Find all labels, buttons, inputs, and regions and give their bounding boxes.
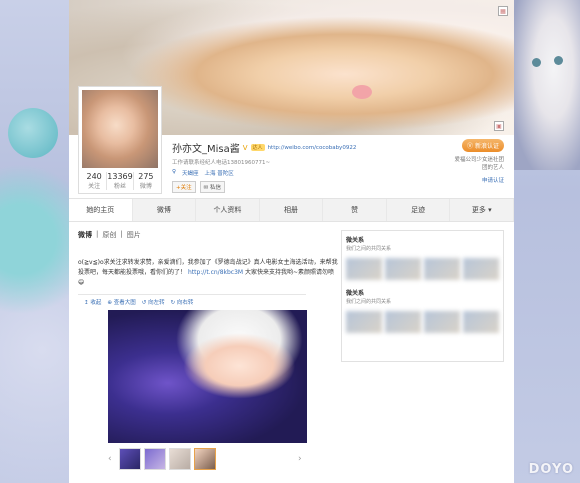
avatar-card: 240 关注 13369 粉丝 275 微博 xyxy=(78,86,162,194)
cat-nose xyxy=(352,85,372,99)
stat-followers[interactable]: 13369 粉丝 xyxy=(107,172,134,190)
feed-column: 微博 | 原创 | 图片 o(≧v≦)o求关注求转发求赞，亲爱滴们，我参加了《罗… xyxy=(78,230,340,470)
view-large-button[interactable]: ⊕ 查看大图 xyxy=(107,298,135,306)
tab-footprints[interactable]: 足迹 xyxy=(387,199,451,221)
blurred-avatar[interactable] xyxy=(346,311,382,333)
stats-row: 240 关注 13369 粉丝 275 微博 xyxy=(82,172,158,190)
filter-pictures[interactable]: 图片 xyxy=(127,230,141,240)
thumbnail-selected[interactable] xyxy=(194,448,216,470)
profile-tabs: 她的主页 微博 个人资料 相册 赞 足迹 更多 ▾ xyxy=(69,198,515,222)
blurred-users-2 xyxy=(346,311,499,333)
talent-tag[interactable]: 达人 xyxy=(250,144,265,151)
blurred-avatar[interactable] xyxy=(463,258,499,280)
panel-subtitle-2: 我们之间的共同关系 xyxy=(346,299,392,305)
female-icon: ♀ xyxy=(172,169,177,175)
profile-description: 工作请联系经纪人电话13801960771~ xyxy=(172,160,271,166)
post-text: o(≧v≦)o求关注求转发求赞，亲爱滴们，我参加了《罗德岛战记》真人电影女主海选… xyxy=(78,259,338,286)
sina-cert-button[interactable]: Ⓥ 新浪认证 xyxy=(462,139,504,152)
profile-name: 孙亦文_Misa酱 xyxy=(172,144,240,155)
tab-more[interactable]: 更多 ▾ xyxy=(450,199,515,221)
badge-v-icon: Ⓥ xyxy=(467,143,474,150)
tab-profile[interactable]: 个人资料 xyxy=(196,199,260,221)
panel-title-2: 微关系 xyxy=(346,290,365,297)
envelope-icon: ✉ xyxy=(203,185,209,191)
panel-title: 微关系 xyxy=(346,237,365,244)
next-arrow-icon[interactable]: › xyxy=(298,454,306,464)
cert-description: 爱福公司少女迷社团团的艺人 xyxy=(454,157,504,171)
post-media: ↥ 收起 ⊕ 查看大图 ↺ 向左转 ↻ 向右转 ‹ › xyxy=(78,294,307,470)
relationship-panel: 微关系 我们之间的共同关系 微关系 我们之间的共同关系 xyxy=(341,230,504,362)
cat-background-decoration xyxy=(514,0,580,170)
follow-button[interactable]: +关注 xyxy=(172,181,196,193)
yarn-ball-decoration xyxy=(8,108,58,158)
stat-posts[interactable]: 275 微博 xyxy=(134,172,158,190)
filter-original[interactable]: 原创 xyxy=(102,230,116,240)
cat-eye-left xyxy=(532,58,541,67)
thumbnail[interactable] xyxy=(169,448,191,470)
doyo-watermark: DOYO xyxy=(528,462,574,477)
post-link[interactable]: http://t.cn/8kbc3M xyxy=(188,269,243,276)
thumbnail[interactable] xyxy=(119,448,141,470)
rotate-right-button[interactable]: ↻ 向右转 xyxy=(171,298,194,306)
template-icon[interactable]: ▦ xyxy=(498,6,508,16)
tab-likes[interactable]: 赞 xyxy=(323,199,387,221)
location[interactable]: 上海 普陀区 xyxy=(205,169,234,177)
constellation[interactable]: 天蝎座 xyxy=(182,169,199,177)
tab-weibo[interactable]: 微博 xyxy=(133,199,197,221)
feed-filters: 微博 | 原创 | 图片 xyxy=(78,230,141,240)
blurred-avatar[interactable] xyxy=(385,258,421,280)
prev-arrow-icon[interactable]: ‹ xyxy=(108,454,116,464)
blurred-users xyxy=(346,258,499,280)
blurred-avatar[interactable] xyxy=(463,311,499,333)
cat-eye-right xyxy=(554,56,563,65)
profile-url[interactable]: http://weibo.com/cocobaby0922 xyxy=(268,145,357,151)
tab-home[interactable]: 她的主页 xyxy=(69,199,133,221)
avatar[interactable] xyxy=(82,90,158,168)
thumbnail[interactable] xyxy=(144,448,166,470)
blurred-avatar[interactable] xyxy=(424,311,460,333)
blurred-avatar[interactable] xyxy=(424,258,460,280)
apply-cert-link[interactable]: 申请认证 xyxy=(482,176,504,184)
verified-icon: V xyxy=(242,143,248,152)
message-button[interactable]: ✉ 私信 xyxy=(199,181,225,193)
emoji-icon: 😄 xyxy=(78,279,85,286)
blurred-avatar[interactable] xyxy=(385,311,421,333)
background-left-decoration xyxy=(0,40,70,483)
image-toolbar: ↥ 收起 ⊕ 查看大图 ↺ 向左转 ↻ 向右转 xyxy=(78,298,306,306)
change-cover-icon[interactable]: ▣ xyxy=(494,121,504,131)
tab-album[interactable]: 相册 xyxy=(260,199,324,221)
rotate-left-button[interactable]: ↺ 向左转 xyxy=(142,298,165,306)
post-photo[interactable] xyxy=(108,310,307,443)
profile-info: 孙亦文_Misa酱 V 达人 http://weibo.com/cocobaby… xyxy=(172,140,356,193)
collapse-button[interactable]: ↥ 收起 xyxy=(84,298,101,306)
filter-weibo[interactable]: 微博 xyxy=(78,230,92,240)
stat-following[interactable]: 240 关注 xyxy=(82,172,108,190)
photo-thumbnails: ‹ › xyxy=(108,448,306,470)
blurred-avatar[interactable] xyxy=(346,258,382,280)
weibo-profile-page: ▦ ▣ 240 关注 13369 粉丝 275 微博 孙亦文_Misa酱 V 达… xyxy=(69,0,515,483)
panel-subtitle: 我们之间的共同关系 xyxy=(346,246,392,252)
